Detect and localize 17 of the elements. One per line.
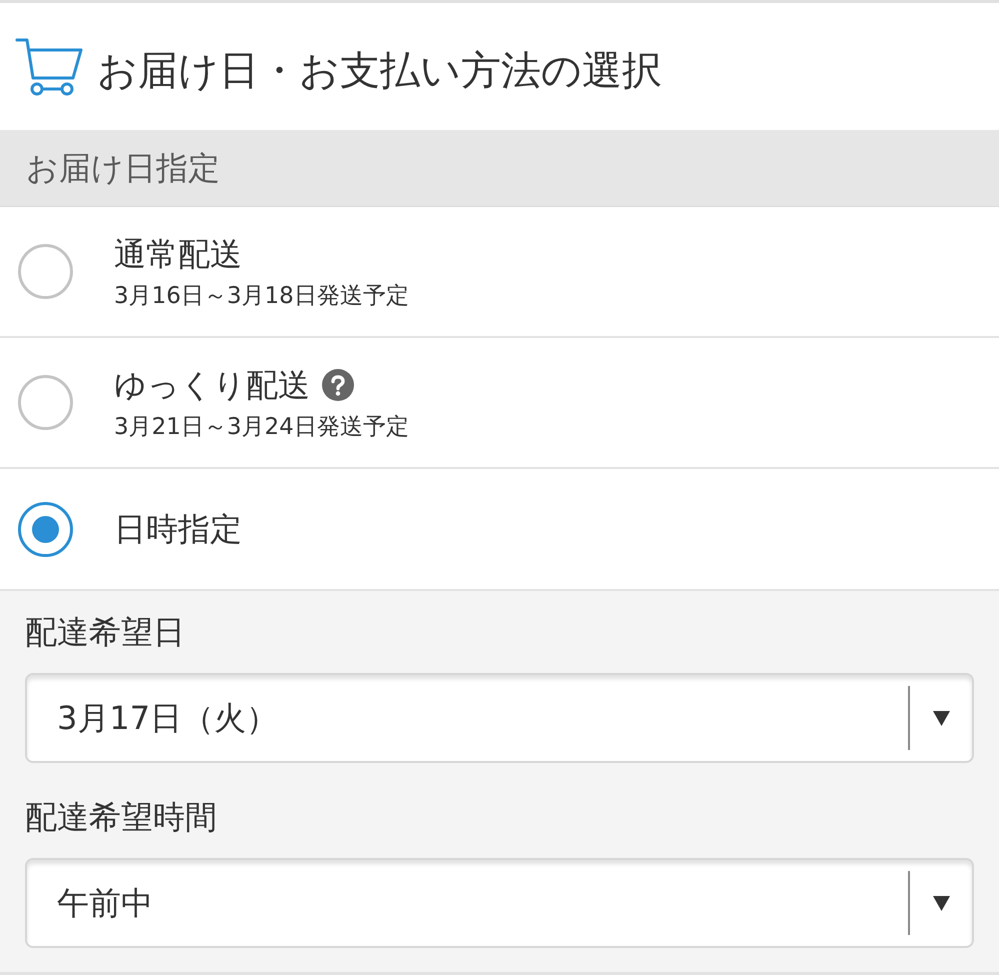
help-icon[interactable] (322, 368, 354, 400)
shipping-estimate: 3月16日～3月18日発送予定 (114, 282, 409, 310)
field-label: 配達希望時間 (25, 797, 217, 838)
caret-down-icon (932, 710, 950, 726)
select-value: 3月17日（火） (57, 698, 278, 738)
dropdown-select[interactable]: 3月17日（火） (25, 673, 974, 763)
dropdown-select[interactable]: 午前中 (25, 858, 974, 948)
field-label: 配達希望日 (25, 612, 185, 653)
shopping-cart-icon (15, 38, 83, 96)
caret-down-icon (932, 896, 950, 910)
shipping-estimate: 3月21日～3月24日発送予定 (114, 412, 409, 440)
page-title: お届け日・お支払い方法の選択 (97, 46, 662, 94)
section-title: お届け日指定 (26, 148, 220, 188)
option-label: 日時指定 (114, 509, 242, 549)
option-label: ゆっくり配送 (114, 364, 310, 404)
select-value: 午前中 (57, 883, 153, 923)
option-label: 通常配送 (114, 234, 242, 274)
